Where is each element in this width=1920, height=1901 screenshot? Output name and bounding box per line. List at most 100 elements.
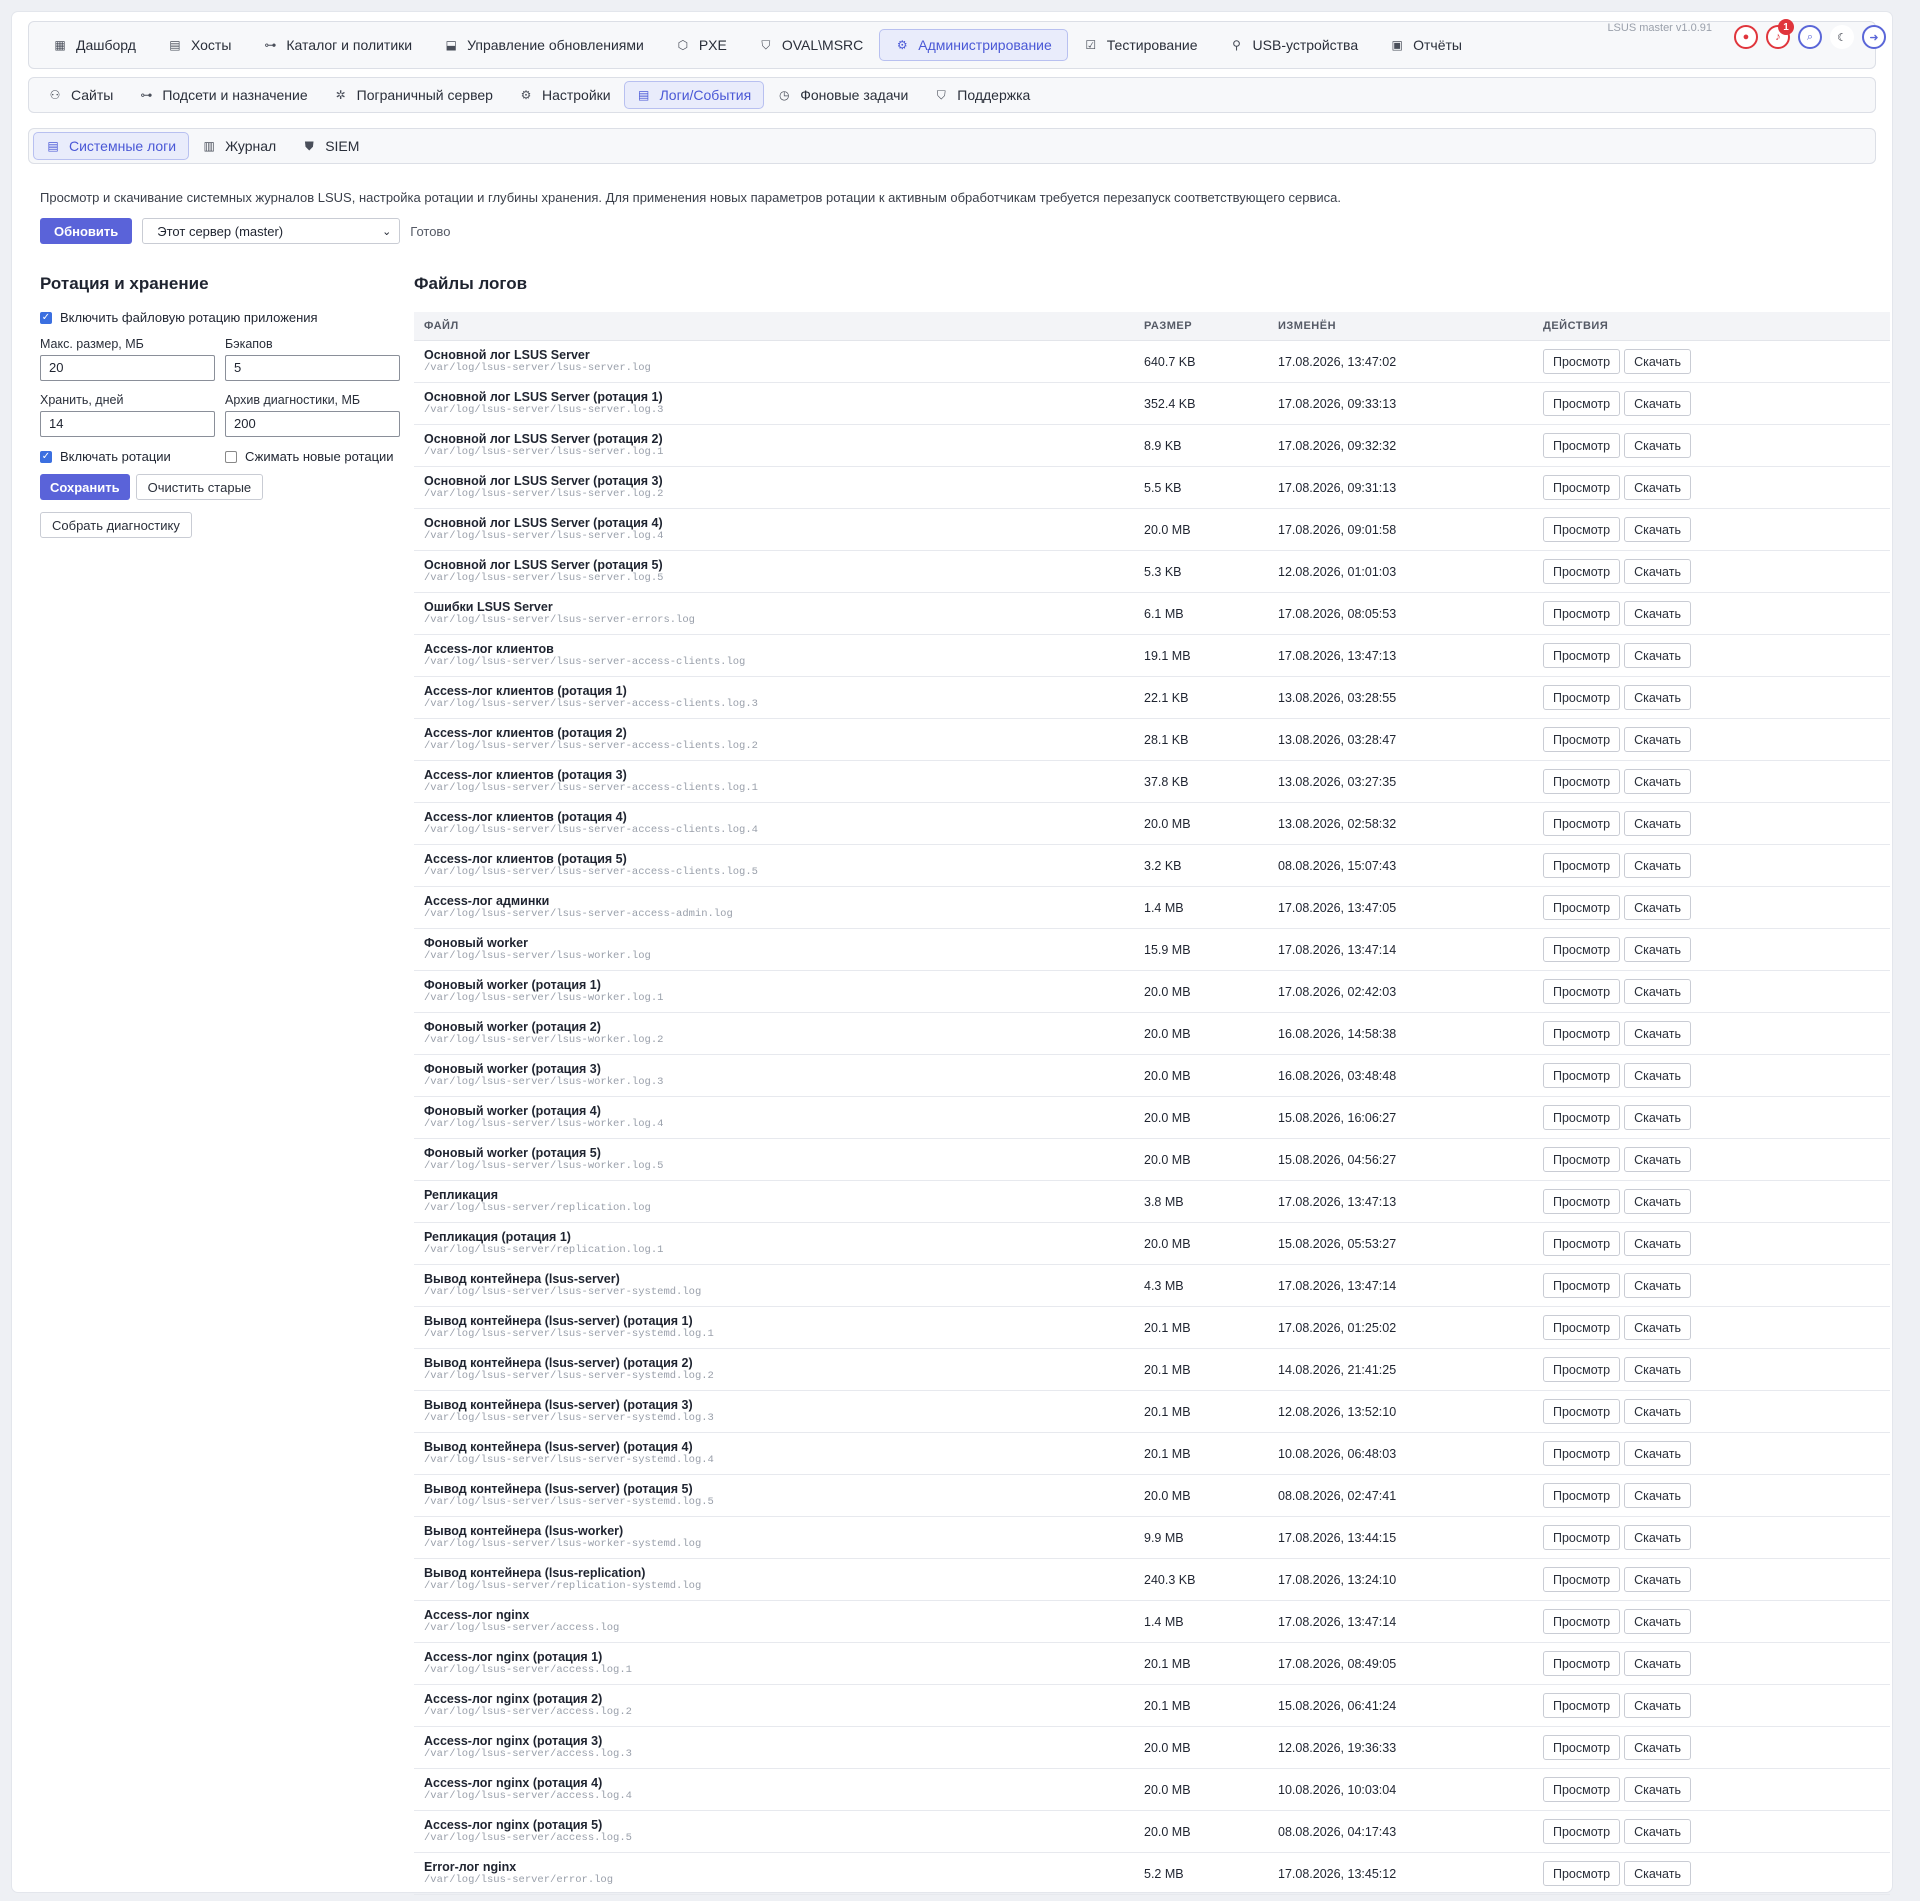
download-button[interactable]: Скачать (1624, 1819, 1691, 1844)
server-select[interactable]: Этот сервер (master) ⌄ (142, 218, 401, 244)
download-button[interactable]: Скачать (1624, 601, 1691, 626)
view-button[interactable]: Просмотр (1543, 1819, 1621, 1844)
download-button[interactable]: Скачать (1624, 391, 1691, 416)
view-button[interactable]: Просмотр (1543, 853, 1621, 878)
download-button[interactable]: Скачать (1624, 811, 1691, 836)
download-button[interactable]: Скачать (1624, 727, 1691, 752)
subnav-tab-4[interactable]: ▤ Логи/События (623, 81, 765, 109)
view-button[interactable]: Просмотр (1543, 1399, 1621, 1424)
view-button[interactable]: Просмотр (1543, 475, 1621, 500)
view-button[interactable]: Просмотр (1543, 811, 1621, 836)
download-button[interactable]: Скачать (1624, 1525, 1691, 1550)
view-button[interactable]: Просмотр (1543, 1693, 1621, 1718)
view-button[interactable]: Просмотр (1543, 1147, 1621, 1172)
clean-old-button[interactable]: Очистить старые (135, 474, 264, 500)
view-button[interactable]: Просмотр (1543, 1357, 1621, 1382)
enable-rotation-checkbox[interactable]: ✓ (40, 311, 52, 324)
download-button[interactable]: Скачать (1624, 349, 1691, 374)
user-icon[interactable]: ● (1734, 25, 1758, 49)
compress-rotations-checkbox[interactable] (225, 450, 237, 463)
nav-tab-5[interactable]: ⛉ OVAL\MSRC (743, 29, 879, 61)
save-button[interactable]: Сохранить (40, 474, 130, 500)
download-button[interactable]: Скачать (1624, 769, 1691, 794)
download-button[interactable]: Скачать (1624, 685, 1691, 710)
subnav-tab-3[interactable]: ⚙ Настройки (506, 81, 624, 109)
download-button[interactable]: Скачать (1624, 1021, 1691, 1046)
download-button[interactable]: Скачать (1624, 1063, 1691, 1088)
download-button[interactable]: Скачать (1624, 1147, 1691, 1172)
include-rotations-checkbox[interactable]: ✓ (40, 450, 52, 463)
view-button[interactable]: Просмотр (1543, 1861, 1621, 1886)
view-button[interactable]: Просмотр (1543, 1525, 1621, 1550)
view-button[interactable]: Просмотр (1543, 937, 1621, 962)
download-button[interactable]: Скачать (1624, 979, 1691, 1004)
download-button[interactable]: Скачать (1624, 1399, 1691, 1424)
view-button[interactable]: Просмотр (1543, 1063, 1621, 1088)
view-button[interactable]: Просмотр (1543, 979, 1621, 1004)
download-button[interactable]: Скачать (1624, 1357, 1691, 1382)
view-button[interactable]: Просмотр (1543, 685, 1621, 710)
view-button[interactable]: Просмотр (1543, 1609, 1621, 1634)
subnav-tab-1[interactable]: ⊶ Подсети и назначение (126, 81, 320, 109)
view-button[interactable]: Просмотр (1543, 1777, 1621, 1802)
download-button[interactable]: Скачать (1624, 1735, 1691, 1760)
nav-tab-6[interactable]: ⚙ Администрирование (879, 29, 1068, 61)
nav-tab-1[interactable]: ▤ Хосты (152, 29, 247, 61)
refresh-button[interactable]: Обновить (40, 218, 133, 244)
nav-tab-9[interactable]: ▣ Отчёты (1374, 29, 1478, 61)
logout-icon[interactable]: ➜ (1862, 25, 1886, 49)
view-button[interactable]: Просмотр (1543, 1273, 1621, 1298)
download-button[interactable]: Скачать (1624, 853, 1691, 878)
download-button[interactable]: Скачать (1624, 643, 1691, 668)
collect-diagnostics-button[interactable]: Собрать диагностику (40, 512, 192, 538)
subnav-tab-2[interactable]: ✲ Пограничный сервер (321, 81, 506, 109)
view-button[interactable]: Просмотр (1543, 1231, 1621, 1256)
log-tab-0[interactable]: ▤ Системные логи (33, 132, 190, 160)
subnav-tab-0[interactable]: ⚇ Сайты (35, 81, 126, 109)
view-button[interactable]: Просмотр (1543, 1315, 1621, 1340)
download-button[interactable]: Скачать (1624, 1315, 1691, 1340)
download-button[interactable]: Скачать (1624, 1231, 1691, 1256)
view-button[interactable]: Просмотр (1543, 559, 1621, 584)
view-button[interactable]: Просмотр (1543, 601, 1621, 626)
subnav-tab-5[interactable]: ◷ Фоновые задачи (764, 81, 921, 109)
nav-tab-3[interactable]: ⬓ Управление обновлениями (428, 29, 660, 61)
download-button[interactable]: Скачать (1624, 1441, 1691, 1466)
archive-size-input[interactable]: 200 (225, 411, 400, 437)
download-button[interactable]: Скачать (1624, 1861, 1691, 1886)
keep-days-input[interactable]: 14 (40, 411, 215, 437)
view-button[interactable]: Просмотр (1543, 1021, 1621, 1046)
view-button[interactable]: Просмотр (1543, 643, 1621, 668)
view-button[interactable]: Просмотр (1543, 769, 1621, 794)
nav-tab-0[interactable]: ▦ Дашборд (37, 29, 152, 61)
backups-input[interactable]: 5 (225, 355, 400, 381)
download-button[interactable]: Скачать (1624, 433, 1691, 458)
view-button[interactable]: Просмотр (1543, 517, 1621, 542)
download-button[interactable]: Скачать (1624, 1189, 1691, 1214)
search-icon[interactable]: ⌕ (1798, 25, 1822, 49)
view-button[interactable]: Просмотр (1543, 1483, 1621, 1508)
view-button[interactable]: Просмотр (1543, 1735, 1621, 1760)
moon-icon[interactable]: ☾ (1830, 25, 1854, 49)
subnav-tab-6[interactable]: ⛉ Поддержка (921, 81, 1043, 109)
nav-tab-2[interactable]: ⊶ Каталог и политики (247, 29, 428, 61)
view-button[interactable]: Просмотр (1543, 727, 1621, 752)
view-button[interactable]: Просмотр (1543, 1105, 1621, 1130)
download-button[interactable]: Скачать (1624, 1777, 1691, 1802)
download-button[interactable]: Скачать (1624, 1567, 1691, 1592)
download-button[interactable]: Скачать (1624, 1273, 1691, 1298)
log-tab-1[interactable]: ▥ Журнал (189, 132, 289, 160)
view-button[interactable]: Просмотр (1543, 895, 1621, 920)
download-button[interactable]: Скачать (1624, 1693, 1691, 1718)
bell-icon[interactable]: ♪ 1 (1766, 19, 1794, 49)
nav-tab-8[interactable]: ⚲ USB-устройства (1214, 29, 1375, 61)
download-button[interactable]: Скачать (1624, 937, 1691, 962)
download-button[interactable]: Скачать (1624, 1105, 1691, 1130)
max-size-input[interactable]: 20 (40, 355, 215, 381)
download-button[interactable]: Скачать (1624, 559, 1691, 584)
log-tab-2[interactable]: ⛊ SIEM (289, 132, 372, 160)
view-button[interactable]: Просмотр (1543, 1441, 1621, 1466)
view-button[interactable]: Просмотр (1543, 349, 1621, 374)
download-button[interactable]: Скачать (1624, 895, 1691, 920)
nav-tab-4[interactable]: ⬡ PXE (660, 29, 743, 61)
